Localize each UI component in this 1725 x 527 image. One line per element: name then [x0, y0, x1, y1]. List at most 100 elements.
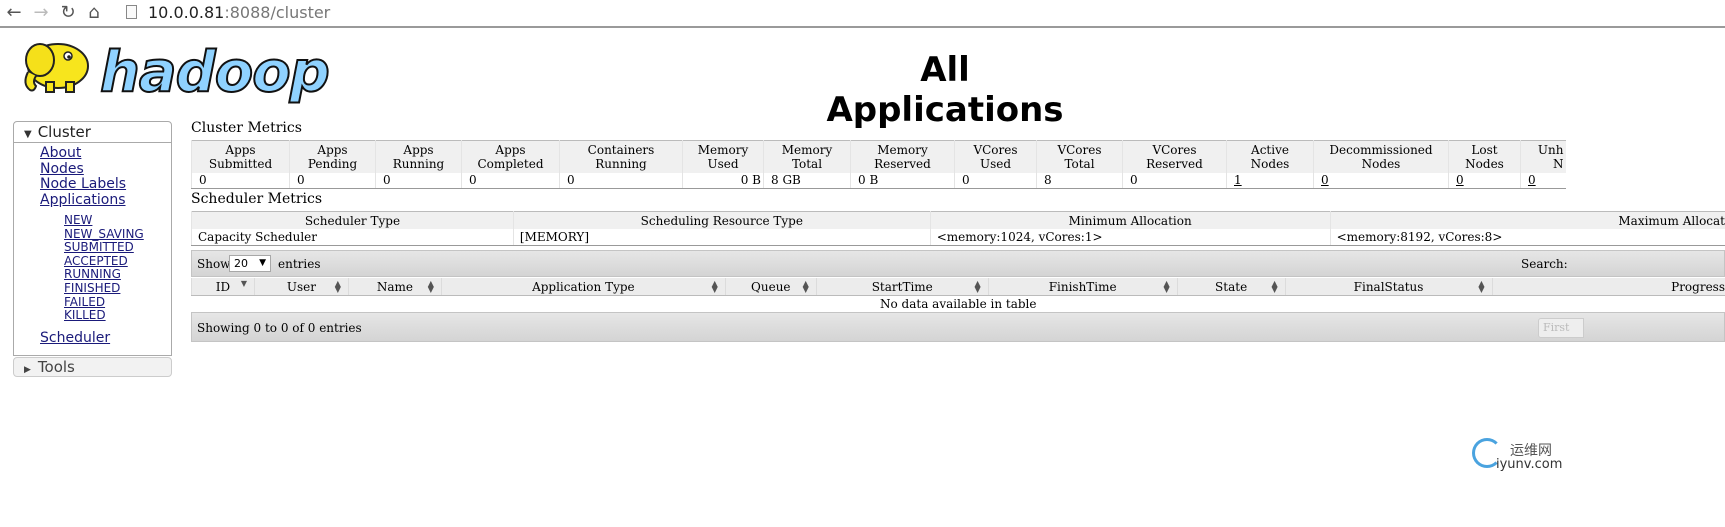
col-user[interactable]: User ▲ ▼	[253, 278, 349, 296]
sort-desc-icon: ▼	[240, 279, 247, 288]
col-containers-running: Containers Running	[559, 140, 683, 173]
nav-link-scheduler[interactable]: Scheduler	[40, 330, 171, 347]
value-active-nodes: 1	[1226, 173, 1314, 189]
lost-nodes-link[interactable]: 0	[1456, 173, 1464, 187]
chevron-down-icon: ▼	[259, 258, 266, 268]
cluster-section-body: About Nodes Node Labels Applications NEW…	[13, 143, 172, 356]
nav-link-nodes[interactable]: Nodes	[40, 161, 171, 178]
scheduler-metrics-table: Scheduler Type Scheduling Resource Type …	[191, 211, 1725, 246]
cluster-metrics-table: Apps Submitted Apps Pending Apps Running Ap…	[191, 140, 1566, 189]
value-memory-total: 8 GB	[763, 173, 851, 189]
col-final-status[interactable]: FinalStatus ▲ ▼	[1284, 278, 1493, 296]
address-bar[interactable]: 10.0.0.81:8088/cluster	[148, 3, 330, 23]
value-decommissioned-nodes: 0	[1313, 173, 1449, 189]
col-application-type[interactable]: Application Type ▲ ▼	[440, 278, 726, 296]
value-scheduling-resource-type: [MEMORY]	[512, 229, 931, 246]
nav-link-state-finished[interactable]: FINISHED	[64, 281, 171, 296]
unhealthy-nodes-link[interactable]: 0	[1528, 173, 1536, 187]
col-queue[interactable]: Queue ▲ ▼	[724, 278, 817, 296]
value-scheduler-type: Capacity Scheduler	[191, 229, 514, 246]
col-unhealthy-nodes: Unh N	[1520, 140, 1566, 173]
value-containers-running: 0	[559, 173, 683, 189]
page-title: All Applications	[826, 50, 1064, 130]
back-icon[interactable]: ←	[4, 3, 24, 23]
col-vcores-reserved: VCores Reserved	[1122, 140, 1227, 173]
col-memory-used: Memory Used	[682, 140, 764, 173]
sort-icon: ▲ ▼	[427, 279, 434, 294]
nav-link-applications[interactable]: Applications	[40, 192, 171, 209]
sidebar-nav: ▼ Cluster About Nodes Node Labels Applica…	[13, 121, 172, 356]
hadoop-logo[interactable]: hadoop	[16, 36, 331, 110]
cluster-section-header[interactable]: ▼ Cluster	[13, 121, 172, 143]
table-header-row: Scheduler Type Scheduling Resource Type …	[191, 211, 1725, 229]
col-minimum-allocation: Minimum Allocation	[929, 211, 1331, 229]
nav-link-state-failed[interactable]: FAILED	[64, 295, 171, 310]
elephant-icon	[24, 43, 89, 93]
sort-icon: ▲ ▼	[974, 279, 981, 294]
table-header-row: Apps Submitted Apps Pending Apps Running Ap…	[191, 140, 1566, 173]
nav-link-about[interactable]: About	[40, 145, 171, 162]
nav-link-state-submitted[interactable]: SUBMITTED	[64, 241, 171, 255]
watermark-en-text: iyunv.com	[1496, 457, 1563, 472]
col-start-time[interactable]: StartTime ▲ ▼	[815, 278, 989, 296]
page-icon	[126, 5, 137, 19]
col-apps-running: Apps Running	[375, 140, 462, 173]
value-unhealthy-nodes: 0	[1520, 173, 1566, 189]
col-name[interactable]: Name ▲ ▼	[347, 278, 442, 296]
applications-table: ID ▼ User ▲ ▼ Name ▲ ▼ Application Type ▲ ▼ Que…	[191, 278, 1725, 312]
col-progress[interactable]: Progress	[1491, 278, 1725, 296]
sort-icon: ▲ ▼	[334, 279, 341, 294]
value-minimum-allocation: <memory:1024, vCores:1>	[929, 229, 1331, 246]
active-nodes-link[interactable]: 1	[1234, 173, 1242, 187]
sort-icon: ▲ ▼	[802, 279, 809, 294]
sort-icon: ▲ ▼	[1478, 279, 1485, 294]
col-memory-reserved: Memory Reserved	[850, 140, 955, 173]
sort-icon: ▲ ▼	[711, 279, 718, 294]
nav-link-state-running[interactable]: RUNNING	[64, 268, 171, 282]
col-memory-total: Memory Total	[763, 140, 851, 173]
logo-text: hadoop	[99, 39, 331, 106]
nav-link-state-killed[interactable]: KILLED	[64, 309, 171, 323]
apps-table-footer: Showing 0 to 0 of 0 entries First	[191, 312, 1725, 342]
value-vcores-used: 0	[954, 173, 1037, 189]
nav-link-state-accepted[interactable]: ACCEPTED	[64, 254, 171, 269]
triangle-right-icon: ▶	[24, 365, 31, 375]
tools-section-header[interactable]: ▶ Tools	[13, 357, 172, 377]
url-path: :8088/cluster	[224, 3, 331, 22]
nav-link-state-new-saving[interactable]: NEW_SAVING	[64, 227, 171, 242]
sort-icon: ▲ ▼	[1163, 279, 1170, 294]
table-row: Capacity Scheduler [MEMORY] <memory:1024…	[191, 229, 1725, 246]
table-row: No data available in table	[192, 296, 1725, 313]
triangle-down-icon: ▼	[24, 129, 32, 140]
value-lost-nodes: 0	[1448, 173, 1521, 189]
url-host: 10.0.0.81	[148, 3, 225, 22]
col-apps-pending: Apps Pending	[289, 140, 376, 173]
table-header-row: ID ▼ User ▲ ▼ Name ▲ ▼ Application Type ▲ ▼ Que…	[191, 278, 1725, 296]
entries-label: entries	[278, 257, 321, 271]
table-info: Showing 0 to 0 of 0 entries	[197, 321, 362, 335]
page-size-select[interactable]: 20 ▼	[229, 255, 271, 272]
apps-table-toolbar: Show 20 ▼ entries Search:	[191, 250, 1725, 277]
forward-icon[interactable]: →	[31, 3, 51, 23]
col-id[interactable]: ID ▼	[191, 278, 255, 296]
value-vcores-reserved: 0	[1122, 173, 1227, 189]
decommissioned-nodes-link[interactable]: 0	[1321, 173, 1329, 187]
page-size-value: 20	[234, 257, 248, 270]
cluster-metrics-heading: Cluster Metrics	[191, 120, 302, 136]
value-apps-completed: 0	[461, 173, 560, 189]
table-row: 0 0 0 0 0 0 B 8 GB 0 B 0 8 0 1 0 0 0	[191, 173, 1566, 189]
home-icon[interactable]: ⌂	[84, 3, 104, 23]
reload-icon[interactable]: ↻	[58, 3, 78, 23]
col-finish-time[interactable]: FinishTime ▲ ▼	[987, 278, 1178, 296]
first-page-button[interactable]: First	[1538, 318, 1584, 338]
search-label: Search:	[1521, 257, 1568, 271]
nav-link-state-new[interactable]: NEW	[64, 213, 171, 228]
watermark-logo: 运维网 iyunv.com	[1472, 436, 1572, 476]
col-active-nodes: Active Nodes	[1226, 140, 1314, 173]
col-apps-completed: Apps Completed	[461, 140, 560, 173]
col-state[interactable]: State ▲ ▼	[1176, 278, 1286, 296]
nav-link-node-labels[interactable]: Node Labels	[40, 176, 171, 193]
value-apps-submitted: 0	[191, 173, 290, 189]
value-apps-running: 0	[375, 173, 462, 189]
value-apps-pending: 0	[289, 173, 376, 189]
